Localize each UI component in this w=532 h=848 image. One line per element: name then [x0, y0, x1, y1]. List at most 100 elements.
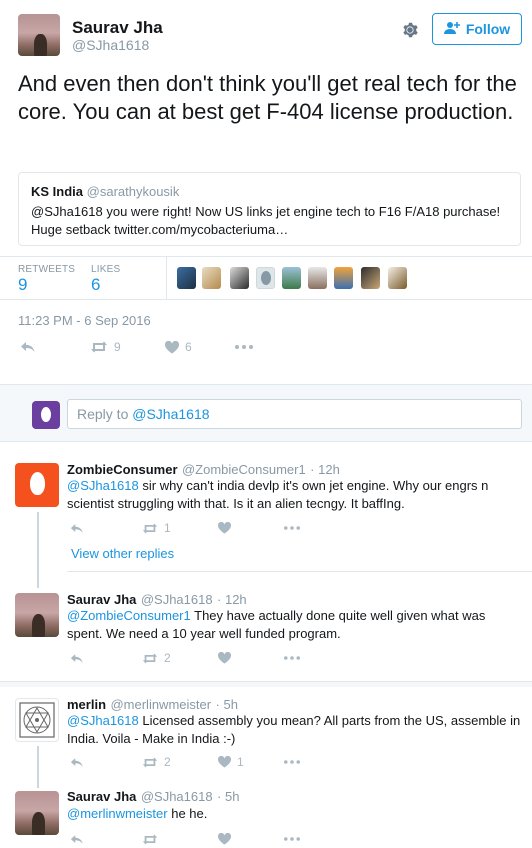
quoted-tweet[interactable]: KS India @sarathykousik @SJha1618 you we…	[18, 172, 521, 246]
tweet-timestamp[interactable]: 11:23 PM - 6 Sep 2016	[18, 313, 151, 328]
reply-composer: Reply to @SJha1618	[0, 384, 532, 442]
retweet-icon	[142, 757, 158, 767]
reply-button[interactable]	[70, 523, 142, 534]
like-button[interactable]	[218, 833, 284, 845]
likes-stat[interactable]: LIKES 6	[91, 264, 120, 295]
reply-mention[interactable]: @SJha1618	[67, 713, 139, 728]
quote-name: KS India	[31, 184, 84, 199]
reply-time[interactable]: · 5h	[216, 697, 238, 712]
divider	[0, 681, 532, 687]
retweet-count: 1	[164, 521, 171, 535]
reply-author-handle[interactable]: @SJha1618	[141, 592, 213, 607]
reply-text: @SJha1618 Licensed assembly you mean? Al…	[67, 712, 522, 748]
author-avatar[interactable]	[18, 14, 60, 56]
reply-placeholder-handle: @SJha1618	[132, 406, 210, 422]
liker-avatar[interactable]	[177, 267, 196, 289]
reply-author-name[interactable]: ZombieConsumer	[67, 462, 178, 477]
retweet-button[interactable]: 9	[90, 340, 165, 354]
more-button[interactable]	[284, 526, 300, 530]
reply-mention[interactable]: @merlinwmeister	[67, 806, 168, 821]
more-icon	[284, 760, 300, 764]
more-button[interactable]	[284, 656, 300, 660]
reply-author-handle[interactable]: @SJha1618	[141, 789, 213, 804]
reply-author-name[interactable]: Saurav Jha	[67, 789, 136, 804]
author-name[interactable]: Saurav Jha	[72, 18, 163, 38]
reply-body: he he.	[167, 806, 208, 821]
reply-icon	[70, 653, 83, 663]
follow-button[interactable]: Follow	[432, 13, 522, 45]
more-button[interactable]	[284, 837, 300, 841]
reply-icon	[70, 834, 83, 844]
heart-icon	[218, 652, 231, 664]
more-icon	[284, 837, 300, 841]
more-icon	[235, 345, 253, 349]
reply-author-handle[interactable]: @merlinwmeister	[110, 697, 211, 712]
reply-actions	[70, 833, 300, 845]
divider	[0, 441, 532, 442]
reply-time[interactable]: · 12h	[217, 592, 247, 607]
reply-input[interactable]: Reply to @SJha1618	[67, 399, 522, 429]
reply-mention[interactable]: @ZombieConsumer1	[67, 608, 191, 623]
retweet-count: 2	[164, 755, 171, 769]
reply-time[interactable]: · 12h	[310, 462, 340, 477]
author-handle[interactable]: @SJha1618	[72, 37, 149, 53]
reply-button[interactable]	[20, 341, 90, 353]
more-icon	[284, 656, 300, 660]
retweet-button[interactable]: 2	[142, 755, 218, 769]
heart-icon	[218, 756, 231, 768]
yantra-icon	[19, 702, 55, 738]
reply-author-name[interactable]: merlin	[67, 697, 106, 712]
like-button[interactable]: 6	[165, 340, 235, 354]
heart-icon	[218, 522, 231, 534]
retweet-count: 9	[114, 340, 121, 354]
reply-author-handle[interactable]: @ZombieConsumer1	[182, 462, 306, 477]
reply-avatar[interactable]	[15, 791, 59, 835]
retweet-count: 2	[164, 651, 171, 665]
liker-avatar[interactable]	[361, 267, 380, 289]
like-button[interactable]: 1	[218, 755, 284, 769]
liker-avatar[interactable]	[334, 267, 353, 289]
tweet-text: And even then don't think you'll get rea…	[18, 71, 517, 124]
retweets-stat[interactable]: RETWEETS 9	[18, 264, 75, 295]
liker-avatar[interactable]	[230, 267, 249, 289]
thread-line	[37, 512, 39, 588]
liker-avatar[interactable]	[388, 267, 407, 289]
tweet-actions: 9 6	[20, 340, 253, 354]
heart-icon	[165, 340, 179, 353]
reply-button[interactable]	[70, 653, 142, 664]
reply-time[interactable]: · 5h	[217, 789, 239, 804]
reply-icon	[21, 342, 35, 352]
like-button[interactable]	[218, 522, 284, 534]
reply-avatar[interactable]	[15, 698, 59, 742]
retweet-button[interactable]: 1	[142, 521, 218, 535]
reply-button[interactable]	[70, 834, 142, 845]
reply-placeholder-prefix: Reply to	[77, 406, 133, 422]
liker-avatar[interactable]	[202, 267, 221, 289]
likes-label: LIKES	[91, 264, 121, 275]
liker-avatar[interactable]	[282, 267, 301, 289]
reply-button[interactable]	[70, 757, 142, 768]
more-button[interactable]	[284, 760, 300, 764]
retweet-button[interactable]: 2	[142, 651, 218, 665]
gear-icon[interactable]	[402, 22, 418, 38]
like-button[interactable]	[218, 652, 284, 664]
my-avatar	[32, 401, 60, 429]
reply-avatar[interactable]	[15, 463, 59, 507]
liker-avatar[interactable]	[308, 267, 327, 289]
retweet-icon	[142, 653, 158, 663]
quote-author: KS India @sarathykousik	[31, 183, 508, 201]
thread-line	[37, 746, 39, 788]
more-button[interactable]	[235, 345, 253, 349]
quote-text: @SJha1618 you were right! Now US links j…	[31, 203, 508, 239]
liker-avatar[interactable]	[256, 267, 275, 289]
reply-author-name[interactable]: Saurav Jha	[67, 592, 136, 607]
retweet-button[interactable]	[142, 834, 218, 845]
view-other-replies-link[interactable]: View other replies	[71, 546, 174, 561]
reply-actions: 2 1	[70, 755, 300, 769]
reply-avatar[interactable]	[15, 593, 59, 637]
reply-mention[interactable]: @SJha1618	[67, 478, 139, 493]
reply-icon	[70, 523, 83, 533]
reply-actions: 1	[70, 521, 300, 535]
retweets-label: RETWEETS	[18, 264, 76, 275]
add-user-icon	[443, 21, 460, 38]
